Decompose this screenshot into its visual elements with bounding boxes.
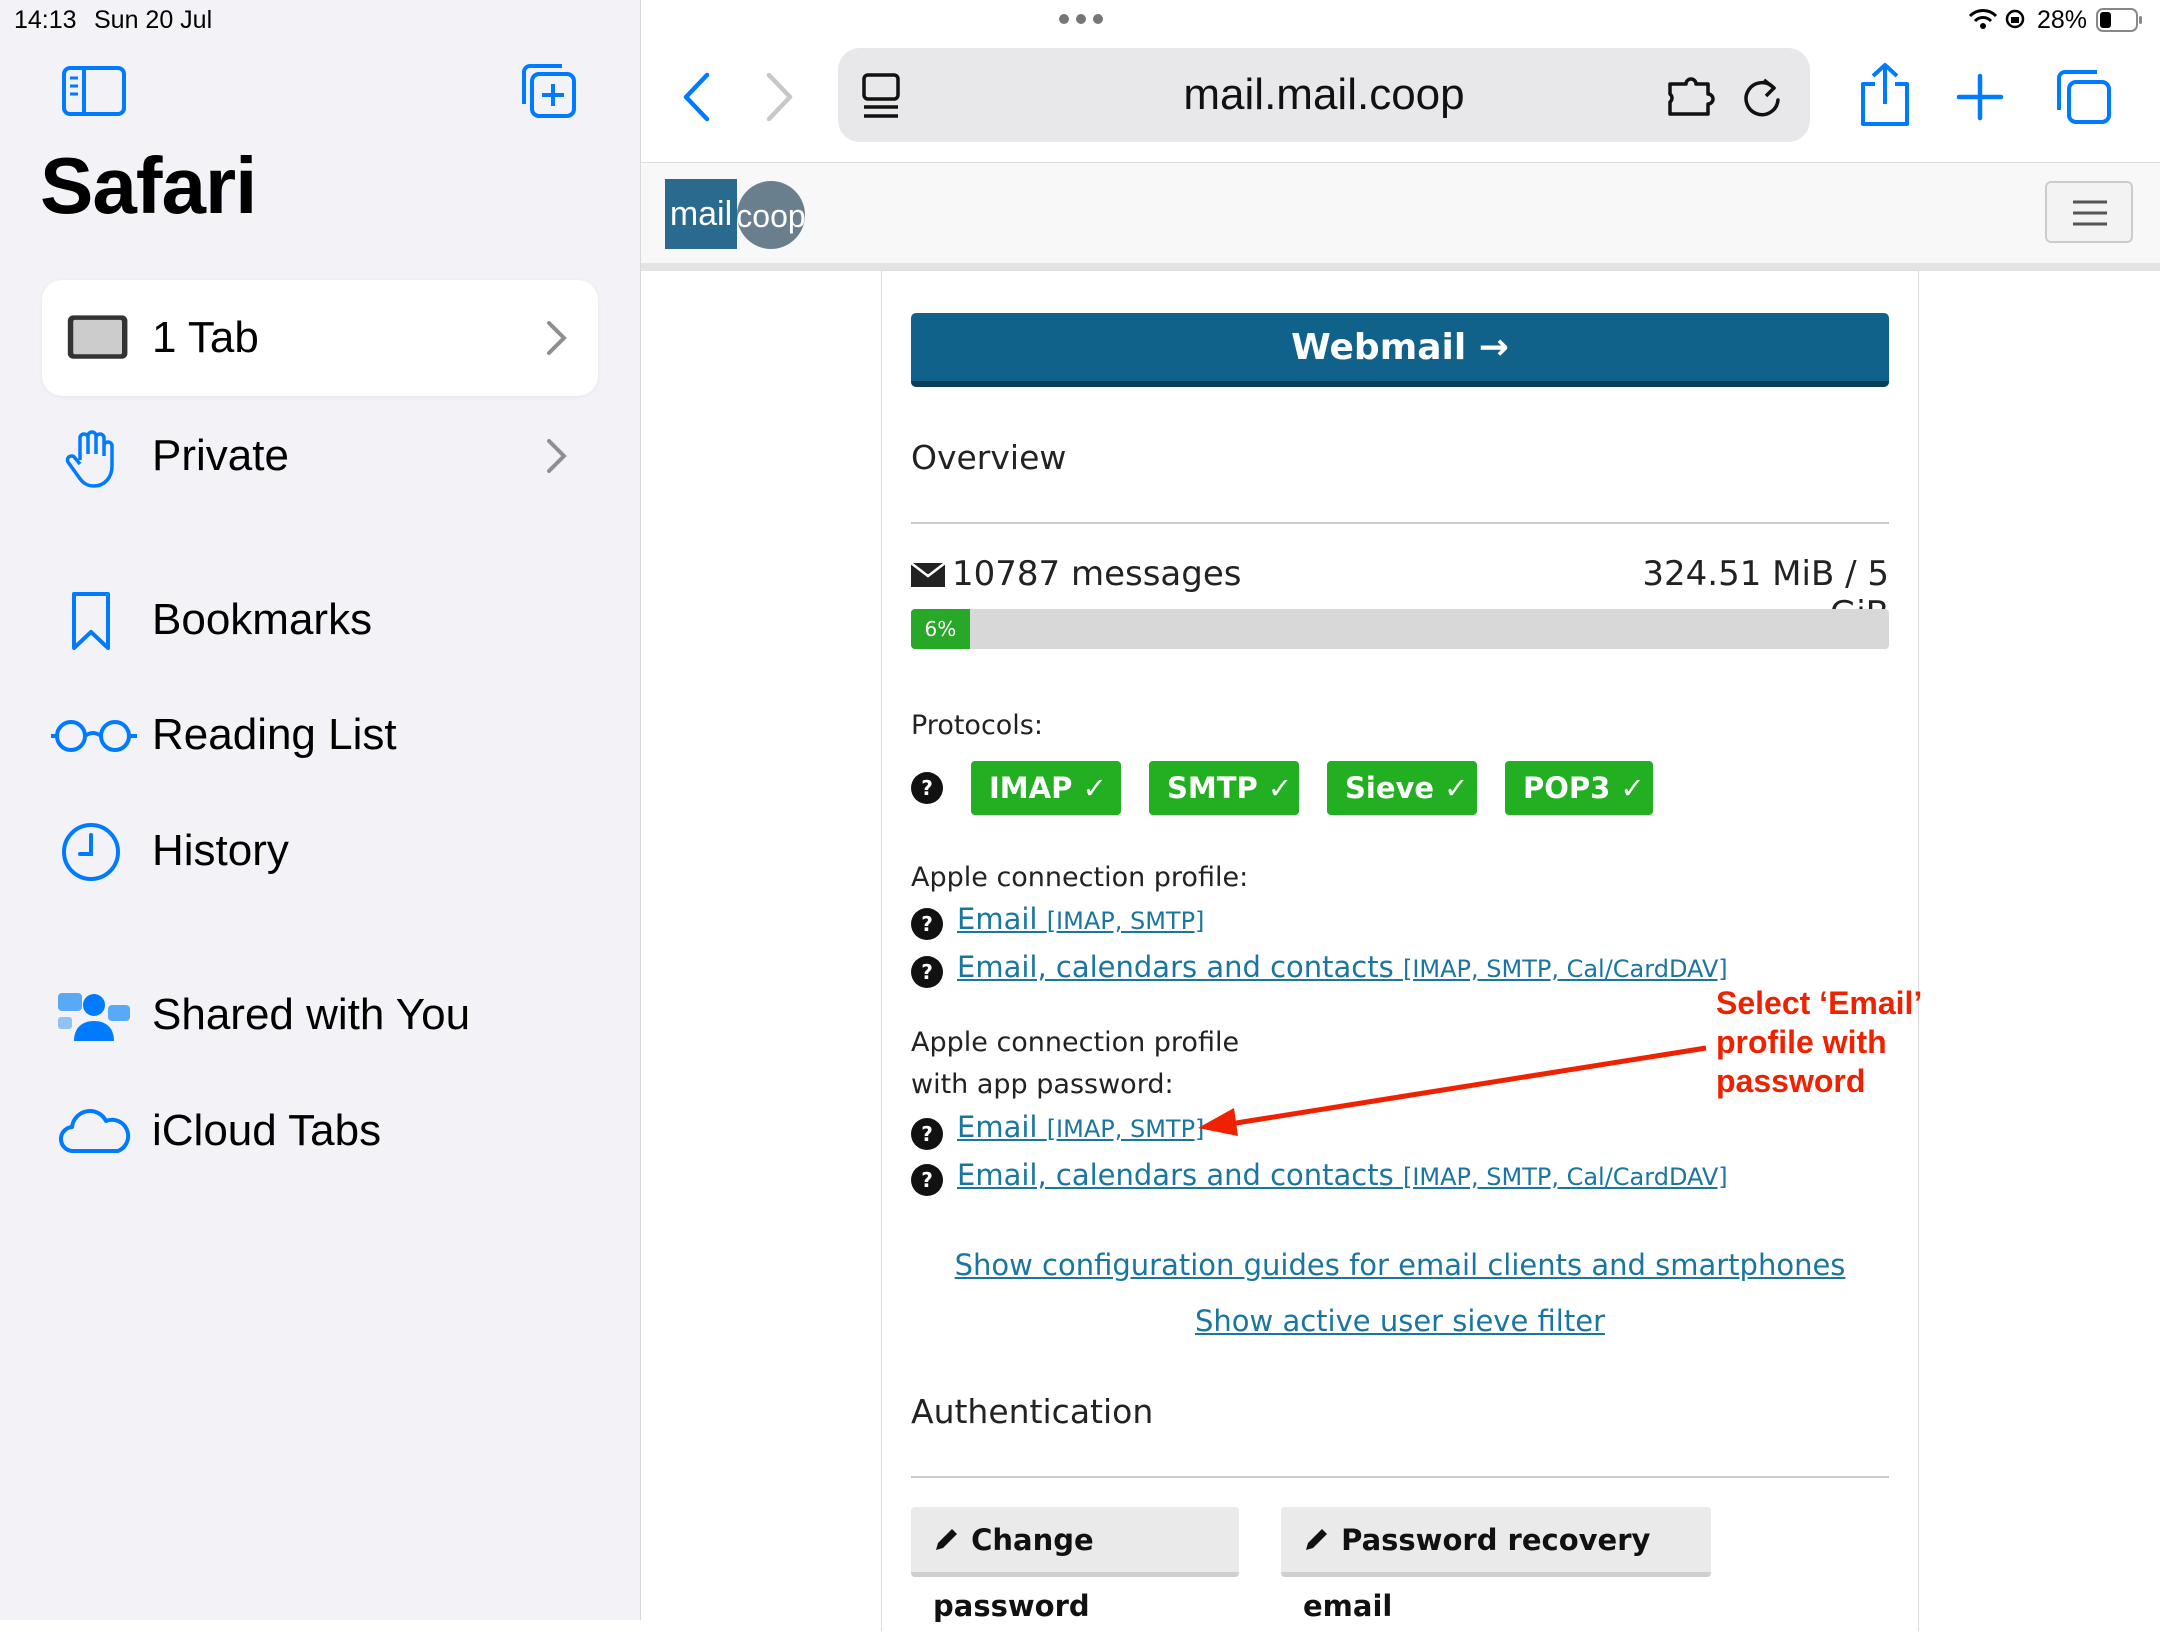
sidebar-item-reading-list[interactable]: Reading List — [42, 677, 598, 793]
protocol-badge-pop3: POP3 ✓ — [1505, 761, 1653, 815]
site-header: mail coop — [641, 162, 2160, 271]
pencil-icon — [1306, 1529, 1327, 1550]
sidebar-item-label: Private — [152, 431, 289, 480]
app-password-full-link[interactable]: Email, calendars and contacts [IMAP, SMT… — [957, 1158, 1728, 1192]
webmail-button[interactable]: Webmail → — [911, 313, 1889, 387]
new-tab-group-icon[interactable] — [518, 60, 578, 120]
sidebar-item-label: Bookmarks — [152, 595, 373, 644]
divider — [911, 1476, 1889, 1478]
tab-overview-icon[interactable] — [2053, 66, 2113, 126]
app-password-email-link[interactable]: Email [IMAP, SMTP] — [957, 1110, 1204, 1144]
divider — [911, 522, 1889, 524]
apple-profile-full-link[interactable]: Email, calendars and contacts [IMAP, SMT… — [957, 950, 1728, 984]
back-icon[interactable] — [681, 72, 711, 122]
cloud-icon — [59, 1109, 131, 1154]
protocols-label: Protocols: — [911, 710, 1043, 741]
help-icon[interactable]: ? — [911, 1164, 943, 1196]
annotation-text: Select ‘Email’ profile with password — [1716, 985, 1923, 1099]
bookmark-icon — [72, 592, 110, 650]
apple-profile-email-link[interactable]: Email [IMAP, SMTP] — [957, 902, 1204, 936]
overview-heading: Overview — [911, 438, 1067, 477]
shared-with-you-icon — [58, 993, 130, 1041]
wifi-icon — [1968, 9, 1998, 29]
help-icon[interactable]: ? — [911, 1118, 943, 1150]
menu-toggle-button[interactable] — [2045, 181, 2133, 243]
sidebar-item-label: Shared with You — [152, 990, 471, 1039]
help-icon[interactable]: ? — [911, 908, 943, 940]
sidebar-item-tabs[interactable]: 1 Tab — [42, 280, 598, 396]
sidebar: 14:13 Sun 20 Jul Safari 1 Tab Private Bo… — [0, 0, 641, 1620]
apple-app-profile-label-2: with app password: — [911, 1069, 1174, 1100]
pencil-icon — [936, 1529, 957, 1550]
address-bar[interactable]: mail.mail.coop — [838, 48, 1810, 142]
protocol-badge-smtp: SMTP ✓ — [1149, 761, 1299, 815]
sidebar-item-icloud-tabs[interactable]: iCloud Tabs — [42, 1073, 598, 1189]
status-time: 14:13 — [14, 6, 77, 34]
extension-icon[interactable] — [1666, 74, 1720, 118]
message-count: 10787 messages — [952, 554, 1242, 594]
logo-text-right: coop — [736, 198, 805, 234]
chevron-right-icon — [547, 321, 567, 355]
tab-icon — [67, 315, 128, 359]
battery-icon — [2096, 8, 2142, 32]
protocol-badge-sieve: Sieve ✓ — [1327, 761, 1477, 815]
show-sieve-filter-link[interactable]: Show active user sieve filter — [911, 1304, 1889, 1338]
sidebar-title: Safari — [40, 141, 257, 230]
protocol-badge-imap: IMAP ✓ — [971, 761, 1121, 815]
hand-icon — [65, 430, 114, 488]
password-recovery-email-button[interactable]: Password recovery email — [1281, 1507, 1711, 1623]
apple-profile-label: Apple connection profile: — [911, 862, 1249, 893]
sidebar-item-bookmarks[interactable]: Bookmarks — [42, 562, 598, 678]
chevron-right-icon — [547, 439, 567, 473]
logo-text-left: mail — [670, 195, 732, 233]
more-dots-icon[interactable] — [1057, 12, 1105, 26]
add-tab-icon[interactable] — [1955, 72, 2005, 122]
authentication-heading: Authentication — [911, 1392, 1154, 1431]
sidebar-item-label: History — [152, 826, 289, 875]
sidebar-item-shared-with-you[interactable]: Shared with You — [42, 957, 598, 1073]
storage-progress-bar: 6% — [911, 609, 1889, 649]
help-icon[interactable]: ? — [911, 772, 943, 804]
forward-icon[interactable] — [765, 72, 795, 122]
reload-icon[interactable] — [1740, 72, 1784, 120]
sidebar-item-label: 1 Tab — [152, 313, 259, 362]
mail-coop-logo[interactable]: mail coop — [665, 179, 805, 249]
url-text: mail.mail.coop — [1183, 70, 1465, 119]
battery-percent: 28% — [2037, 6, 2088, 34]
help-icon[interactable]: ? — [911, 956, 943, 988]
sidebar-item-history[interactable]: History — [42, 793, 598, 909]
sidebar-toggle-icon[interactable] — [62, 66, 126, 116]
sidebar-item-label: iCloud Tabs — [152, 1106, 382, 1155]
status-date: Sun 20 Jul — [94, 6, 213, 34]
show-config-guides-link[interactable]: Show configuration guides for email clie… — [911, 1248, 1889, 1282]
hamburger-icon — [2073, 200, 2107, 226]
glasses-icon — [51, 720, 137, 752]
orientation-lock-icon — [2005, 9, 2025, 29]
change-password-button[interactable]: Change password — [911, 1507, 1239, 1623]
storage-progress-fill: 6% — [911, 609, 970, 649]
sidebar-item-label: Reading List — [152, 710, 397, 759]
annotation-arrow — [1198, 1045, 1707, 1136]
envelope-icon — [911, 563, 945, 587]
share-icon[interactable] — [1855, 62, 1915, 128]
clock-icon — [62, 823, 120, 881]
sidebar-item-private[interactable]: Private — [42, 398, 598, 514]
